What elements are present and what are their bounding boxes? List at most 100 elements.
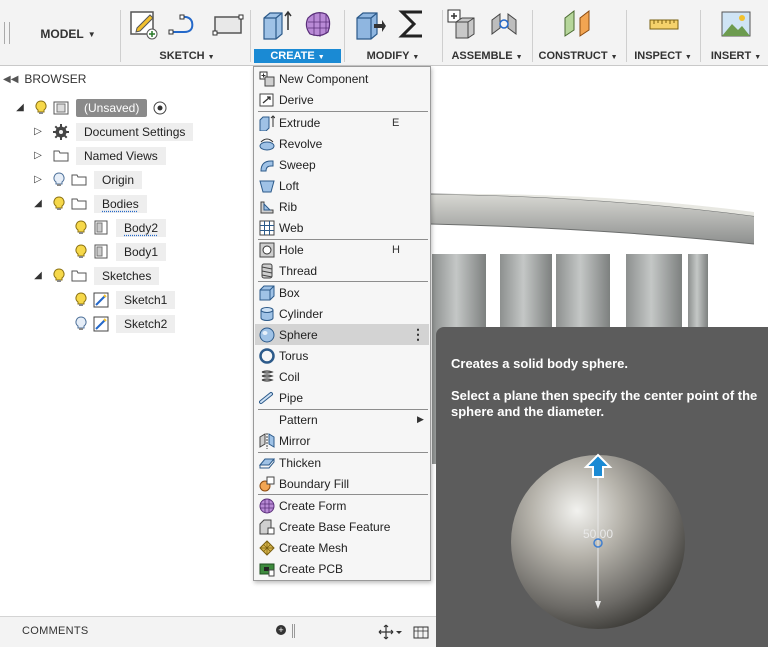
lightbulb-off-icon[interactable] bbox=[52, 172, 66, 188]
expand-triangle-icon[interactable]: ▷ bbox=[32, 150, 44, 162]
menu-item-loft[interactable]: Loft bbox=[255, 175, 429, 196]
lightbulb-icon[interactable] bbox=[34, 100, 48, 116]
lightbulb-icon[interactable] bbox=[52, 268, 66, 284]
sigma-icon[interactable] bbox=[396, 8, 428, 40]
workspace-switcher[interactable]: MODEL ▼ bbox=[18, 22, 118, 46]
extrude-icon[interactable] bbox=[260, 8, 292, 40]
panel-grip[interactable] bbox=[292, 624, 295, 638]
tree-row-origin[interactable]: ▷ Origin bbox=[32, 169, 143, 190]
menu-item-thicken[interactable]: Thicken bbox=[255, 452, 429, 473]
menu-label: Sphere bbox=[279, 327, 318, 342]
menu-item-new-component[interactable]: New Component bbox=[255, 68, 429, 89]
menu-item-mirror[interactable]: Mirror bbox=[255, 430, 429, 451]
inspect-group-menu[interactable]: INSPECT ▼ bbox=[630, 49, 696, 63]
lightbulb-off-icon[interactable] bbox=[74, 316, 88, 332]
line-icon[interactable] bbox=[168, 8, 200, 40]
joint-icon[interactable] bbox=[488, 8, 520, 40]
menu-item-coil[interactable]: Coil bbox=[255, 366, 429, 387]
sketch-icon bbox=[92, 292, 110, 308]
create-sketch-icon[interactable] bbox=[128, 8, 160, 40]
new-component-icon[interactable] bbox=[446, 8, 478, 40]
expand-triangle-icon[interactable]: ◢ bbox=[32, 198, 44, 210]
measure-icon[interactable] bbox=[648, 8, 680, 40]
menu-label: Create Form bbox=[279, 498, 347, 513]
tree-label: Body1 bbox=[116, 242, 167, 261]
chevron-down-icon: ▼ bbox=[207, 54, 215, 61]
mirror-icon bbox=[259, 432, 275, 449]
chevron-down-icon: ▼ bbox=[684, 54, 692, 61]
menu-item-pattern[interactable]: Pattern ▶ bbox=[255, 409, 429, 430]
tree-row-body2[interactable]: Body2 bbox=[74, 217, 167, 238]
menu-item-boundary-fill[interactable]: Boundary Fill bbox=[255, 473, 429, 494]
toolbar-grip[interactable] bbox=[4, 22, 10, 44]
box-icon bbox=[259, 285, 275, 301]
sketch-group-menu[interactable]: SKETCH ▼ bbox=[126, 49, 248, 63]
menu-item-create-form[interactable]: Create Form bbox=[255, 495, 429, 516]
collapse-icon[interactable]: ◀◀ bbox=[3, 74, 18, 85]
menu-item-torus[interactable]: Torus bbox=[255, 345, 429, 366]
menu-item-create-mesh[interactable]: Create Mesh bbox=[255, 537, 429, 558]
expand-triangle-icon[interactable]: ▷ bbox=[32, 174, 44, 186]
tree-row-named-views[interactable]: ▷ Named Views bbox=[32, 145, 166, 166]
create-group-menu[interactable]: CREATE ▼ bbox=[254, 49, 341, 63]
menu-item-extrude[interactable]: Extrude E bbox=[255, 112, 429, 133]
press-pull-icon[interactable] bbox=[354, 8, 386, 40]
lightbulb-icon[interactable] bbox=[74, 292, 88, 308]
tree-row-sketch1[interactable]: Sketch1 bbox=[74, 289, 176, 310]
menu-item-create-pcb[interactable]: Create PCB bbox=[255, 558, 429, 579]
insert-group-menu[interactable]: INSERT ▼ bbox=[704, 49, 768, 63]
insert-image-icon[interactable] bbox=[720, 8, 752, 40]
lightbulb-icon[interactable] bbox=[74, 220, 88, 236]
menu-item-box[interactable]: Box bbox=[255, 282, 429, 303]
capture-icon[interactable] bbox=[412, 623, 430, 641]
menu-label: Coil bbox=[279, 369, 300, 384]
tree-label: Sketch2 bbox=[116, 314, 176, 333]
menu-item-revolve[interactable]: Revolve bbox=[255, 133, 429, 154]
loft-icon bbox=[259, 178, 275, 194]
menu-item-pipe[interactable]: Pipe bbox=[255, 387, 429, 408]
menu-item-sphere[interactable]: Sphere ⋮ bbox=[255, 324, 429, 345]
expand-triangle-icon[interactable]: ◢ bbox=[32, 270, 44, 282]
body-icon bbox=[92, 220, 110, 236]
toolbar-divider bbox=[700, 10, 701, 62]
lightbulb-icon[interactable] bbox=[52, 196, 66, 212]
tree-label: Bodies bbox=[94, 194, 147, 213]
modify-group-menu[interactable]: MODIFY ▼ bbox=[346, 49, 440, 63]
tree-row-body1[interactable]: Body1 bbox=[74, 241, 167, 262]
expand-triangle-icon[interactable]: ▷ bbox=[32, 126, 44, 138]
menu-label: Sweep bbox=[279, 157, 316, 172]
tree-row-bodies[interactable]: ◢ Bodies bbox=[32, 193, 147, 214]
offset-plane-icon[interactable] bbox=[562, 8, 594, 40]
tree-row-root[interactable]: ◢ (Unsaved) bbox=[14, 97, 169, 118]
document-name[interactable]: (Unsaved) bbox=[76, 98, 148, 117]
more-options-icon[interactable]: ⋮ bbox=[411, 326, 425, 343]
add-comment-icon[interactable]: + bbox=[276, 625, 286, 635]
menu-item-web[interactable]: Web bbox=[255, 217, 429, 238]
expand-triangle-icon[interactable]: ◢ bbox=[14, 102, 26, 114]
assemble-group-menu[interactable]: ASSEMBLE ▼ bbox=[444, 49, 530, 63]
create-mesh-icon bbox=[259, 539, 275, 556]
web-icon bbox=[259, 220, 275, 236]
tree-row-document-settings[interactable]: ▷ Document Settings bbox=[32, 121, 194, 142]
radio-activate-icon[interactable] bbox=[151, 100, 169, 116]
tree-row-sketches[interactable]: ◢ Sketches bbox=[32, 265, 160, 286]
menu-icon-spacer bbox=[259, 412, 275, 428]
torus-icon bbox=[259, 347, 275, 364]
boundary-fill-icon bbox=[259, 476, 275, 492]
lightbulb-icon[interactable] bbox=[74, 244, 88, 260]
construct-group-menu[interactable]: CONSTRUCT ▼ bbox=[534, 49, 622, 63]
rectangle-icon[interactable] bbox=[212, 8, 244, 40]
menu-item-thread[interactable]: Thread bbox=[255, 260, 429, 281]
menu-item-sweep[interactable]: Sweep bbox=[255, 154, 429, 175]
pan-orbit-icon[interactable] bbox=[378, 623, 402, 641]
menu-item-cylinder[interactable]: Cylinder bbox=[255, 303, 429, 324]
create-form-icon[interactable] bbox=[302, 8, 334, 40]
tree-row-sketch2[interactable]: Sketch2 bbox=[74, 313, 176, 334]
toolbar-divider bbox=[344, 10, 345, 62]
revolve-icon bbox=[259, 136, 275, 152]
menu-item-hole[interactable]: Hole H bbox=[255, 239, 429, 260]
menu-item-create-base-feature[interactable]: Create Base Feature bbox=[255, 516, 429, 537]
rib-icon bbox=[259, 199, 275, 215]
menu-item-rib[interactable]: Rib bbox=[255, 196, 429, 217]
menu-item-derive[interactable]: Derive bbox=[255, 89, 429, 110]
